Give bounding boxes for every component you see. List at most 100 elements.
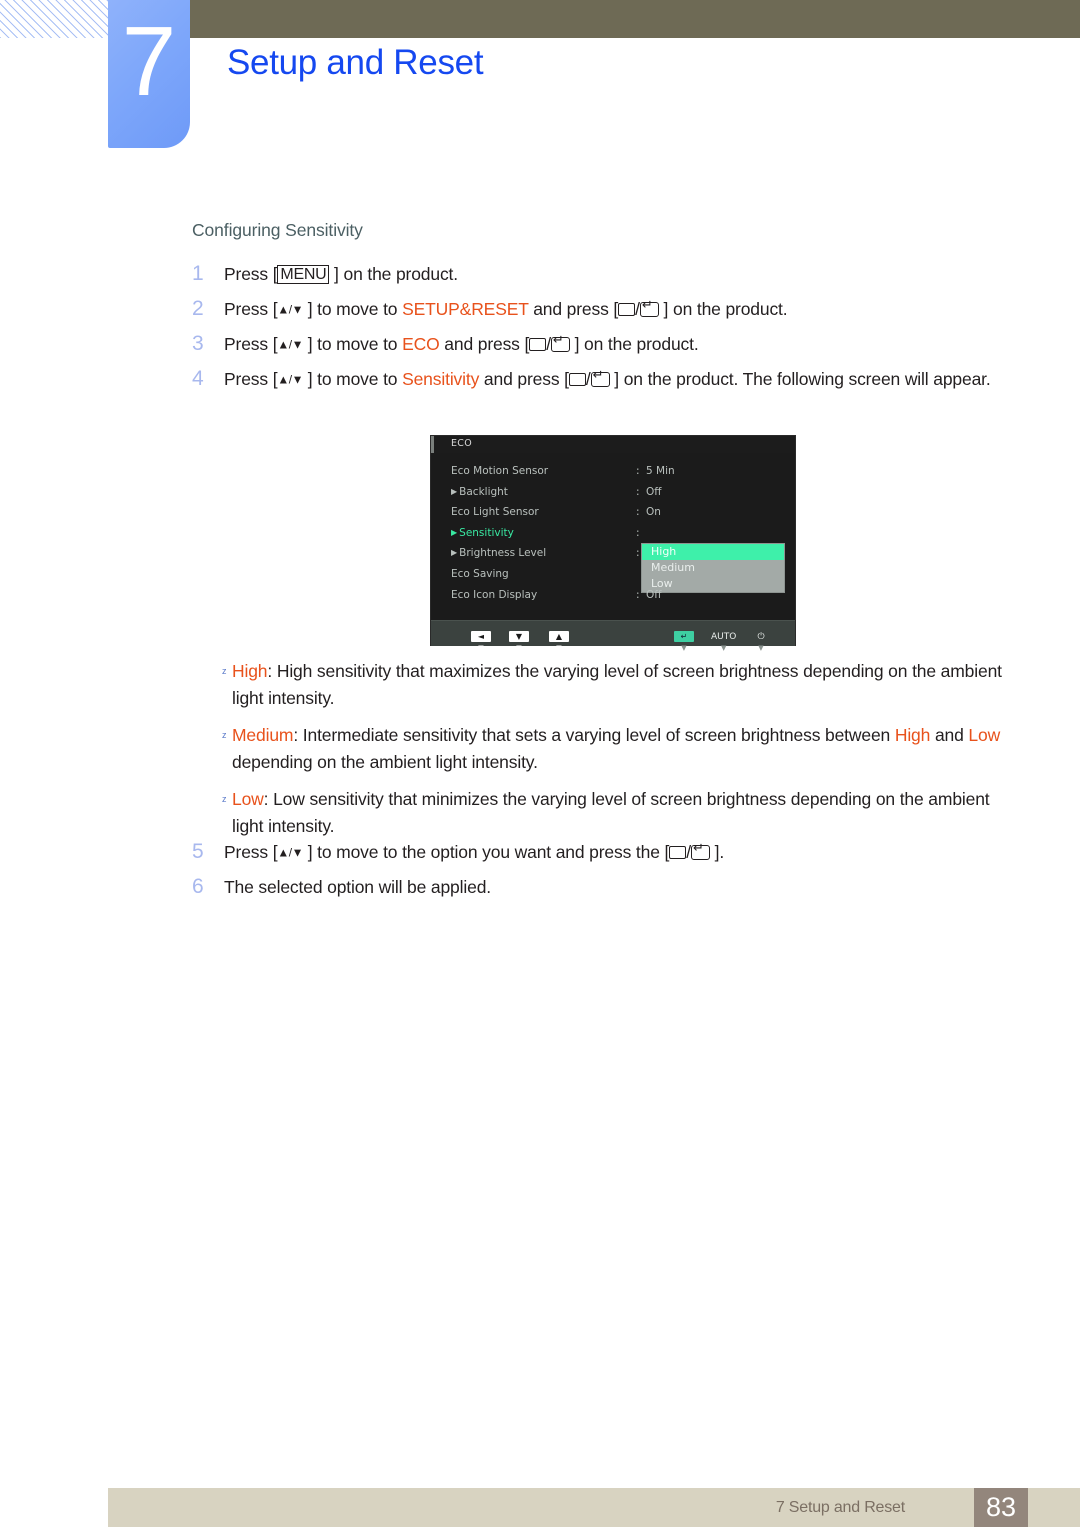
osd-menu-item[interactable]: Eco Saving xyxy=(451,568,509,580)
enter-button-glyph: ↵ xyxy=(674,631,694,642)
osd-value-separator: : xyxy=(636,465,640,477)
osd-value-separator: : xyxy=(636,486,640,498)
source-key-icon xyxy=(669,846,687,859)
power-button[interactable]: ⏻ ▼ xyxy=(751,624,771,652)
step-number: 2 xyxy=(192,296,204,320)
bullet-item: z Medium: Intermediate sensitivity that s… xyxy=(192,722,1022,775)
bullet-marker-icon: z xyxy=(222,794,227,804)
step-item: 4 Press [▲/▼ ] to move to Sensitivity and… xyxy=(192,367,1022,393)
step-item: 1 Press [MENU ] on the product. xyxy=(192,262,1022,287)
osd-menu-item-label: Sensitivity xyxy=(459,527,514,539)
osd-menu-item[interactable]: ▶ Backlight xyxy=(451,486,508,498)
dropdown-option[interactable]: High xyxy=(642,544,784,560)
osd-menu-item-label: Backlight xyxy=(459,486,508,498)
highlighted-term: Medium xyxy=(232,725,294,745)
step-text: Press [▲/▼ ] to move to SETUP&RESET and … xyxy=(224,297,1022,323)
submenu-arrow-icon: ▶ xyxy=(451,527,458,537)
chapter-number: 7 xyxy=(121,6,177,116)
button-indicator-icon: ▼ xyxy=(681,644,687,652)
osd-value-separator: : xyxy=(636,547,640,559)
updown-arrow-icon: ▲/▼ xyxy=(277,302,304,316)
dropdown-option[interactable]: Low xyxy=(642,576,784,592)
osd-menu-item-label: Eco Icon Display xyxy=(451,589,538,601)
osd-value-separator: : xyxy=(636,589,640,601)
enter-key-icon xyxy=(590,368,610,387)
osd-menu-item[interactable]: Eco Icon Display xyxy=(451,589,537,601)
button-indicator-icon: ▼ xyxy=(516,644,522,652)
source-key-icon xyxy=(618,302,636,316)
up-arrow-button[interactable]: ▲ ▼ xyxy=(549,624,569,652)
decorative-hatch-pattern xyxy=(0,0,108,38)
step-item: 6 The selected option will be applied. xyxy=(192,875,1022,900)
bullet-marker-icon: z xyxy=(222,666,227,676)
highlighted-term: High xyxy=(894,725,931,745)
step-text: The selected option will be applied. xyxy=(224,877,491,897)
page-header: 7 Setup and Reset xyxy=(0,0,1080,160)
step-number: 1 xyxy=(192,262,204,285)
osd-button-bar: ◄ ▼ ▼ ▼ ▲ ▼ ↵ ▼ AUTO ▼ ⏻ ▼ xyxy=(431,620,795,652)
step-text: Press [MENU ] on the product. xyxy=(224,264,458,284)
bullet-marker-icon: z xyxy=(222,730,227,740)
left-arrow-button[interactable]: ◄ ▼ xyxy=(471,624,491,652)
source-key-icon xyxy=(568,372,586,386)
section-heading: Configuring Sensitivity xyxy=(192,220,363,240)
submenu-arrow-icon: ▶ xyxy=(451,486,458,496)
step-text: Press [▲/▼ ] to move to Sensitivity and … xyxy=(224,367,1022,393)
auto-button[interactable]: AUTO ▼ xyxy=(711,624,736,652)
enter-key-icon xyxy=(639,298,659,317)
step-item: 2 Press [▲/▼ ] to move to SETUP&RESET and… xyxy=(192,297,1022,323)
highlighted-term: Sensitivity xyxy=(402,368,480,389)
osd-value-separator: : xyxy=(636,527,640,539)
down-arrow-button[interactable]: ▼ ▼ xyxy=(509,624,529,652)
enter-key-icon xyxy=(690,841,710,860)
sensitivity-dropdown[interactable]: High Medium Low xyxy=(641,543,785,593)
highlighted-term: Low xyxy=(232,789,264,809)
highlighted-term: Low xyxy=(968,725,1001,745)
highlighted-term: High xyxy=(232,661,268,681)
menu-key-label: MENU xyxy=(277,265,330,284)
page-title: Setup and Reset xyxy=(227,43,484,82)
highlighted-term: SETUP&RESET xyxy=(402,298,529,319)
chapter-badge: 7 xyxy=(108,0,190,148)
osd-titlebar: ECO xyxy=(431,436,795,454)
osd-menu-item-value: 5 Min xyxy=(646,465,675,477)
bullet-text: Low: Low sensitivity that minimizes the … xyxy=(232,789,990,836)
step-item: 5 Press [▲/▼ ] to move to the option you … xyxy=(192,840,1022,866)
osd-menu-item-label: Eco Light Sensor xyxy=(451,506,539,518)
osd-menu-item[interactable]: Eco Motion Sensor xyxy=(451,465,548,477)
page-number: 83 xyxy=(974,1488,1028,1527)
step-text: Press [▲/▼ ] to move to the option you w… xyxy=(224,840,1022,866)
auto-button-glyph: AUTO xyxy=(711,632,737,642)
button-indicator-icon: ▼ xyxy=(478,644,484,652)
osd-menu-body: High Medium Low Eco Motion Sensor:5 Min ▶ Ba… xyxy=(431,453,795,620)
option-descriptions-list: z High: High sensitivity that maximizes t… xyxy=(192,658,1022,850)
osd-menu-item-label: Brightness Level xyxy=(459,547,547,559)
bullet-item: z High: High sensitivity that maximizes t… xyxy=(192,658,1022,711)
left-arrow-button-glyph: ◄ xyxy=(471,631,491,642)
step-number: 5 xyxy=(192,840,204,863)
power-button-glyph: ⏻ xyxy=(757,632,765,642)
osd-menu-item-value: Off xyxy=(646,589,662,601)
enter-key-icon xyxy=(550,333,570,352)
numbered-steps-list-continued: 5 Press [▲/▼ ] to move to the option you … xyxy=(192,840,1022,910)
updown-arrow-icon: ▲/▼ xyxy=(277,372,304,386)
footer-chapter-label: 7 Setup and Reset xyxy=(775,1499,905,1516)
updown-arrow-icon: ▲/▼ xyxy=(277,337,304,351)
button-indicator-icon: ▼ xyxy=(556,644,562,652)
source-key-icon xyxy=(529,337,547,351)
down-arrow-button-glyph: ▼ xyxy=(509,631,529,642)
osd-menu-item[interactable]: ▶ Sensitivity xyxy=(451,527,514,539)
osd-menu-screenshot: ECO High Medium Low Eco Motion Sensor:5 Mi… xyxy=(431,436,795,652)
osd-menu-item[interactable]: Eco Light Sensor xyxy=(451,506,539,518)
button-indicator-icon: ▼ xyxy=(720,644,727,652)
bullet-text: High: High sensitivity that maximizes th… xyxy=(232,661,1002,708)
submenu-arrow-icon: ▶ xyxy=(451,547,458,557)
step-number: 6 xyxy=(192,875,204,898)
osd-menu-item[interactable]: ▶ Brightness Level xyxy=(451,547,546,559)
bullet-item: z Low: Low sensitivity that minimizes the… xyxy=(192,786,1022,839)
numbered-steps-list: 1 Press [MENU ] on the product. 2 Press [▲/… xyxy=(192,262,1022,402)
osd-menu-item-value: Off xyxy=(646,486,662,498)
osd-title: ECO xyxy=(451,438,473,449)
dropdown-option[interactable]: Medium xyxy=(642,560,784,576)
enter-button[interactable]: ↵ ▼ xyxy=(674,624,694,652)
